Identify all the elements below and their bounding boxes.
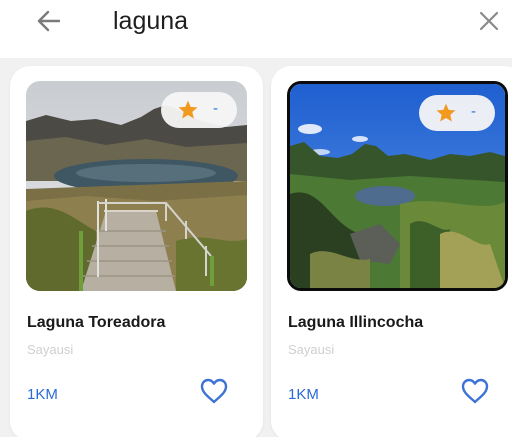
place-distance: 1KM xyxy=(27,386,58,403)
search-results-screen: - Laguna Toreadora Sayausi 1KM xyxy=(0,0,512,437)
place-card[interactable]: - Laguna Illincocha Sayausi 1KM xyxy=(271,66,512,437)
star-icon xyxy=(178,100,198,119)
search-header xyxy=(0,0,512,48)
place-card[interactable]: - Laguna Toreadora Sayausi 1KM xyxy=(10,66,263,437)
results-list: - Laguna Toreadora Sayausi 1KM - Laguna … xyxy=(0,58,512,437)
rating-value: - xyxy=(471,103,476,120)
place-location: Sayausi xyxy=(288,342,335,357)
rating-badge: - xyxy=(161,92,237,128)
place-title: Laguna Toreadora xyxy=(27,314,166,331)
heart-outline-icon xyxy=(461,378,489,404)
favorite-button[interactable] xyxy=(199,377,229,405)
favorite-button[interactable] xyxy=(460,377,490,405)
place-title: Laguna Illincocha xyxy=(288,314,424,331)
star-icon xyxy=(436,103,456,122)
place-photo: - xyxy=(26,81,247,291)
place-location: Sayausi xyxy=(27,342,74,357)
rating-badge: - xyxy=(419,95,495,131)
place-photo: - xyxy=(287,81,508,291)
close-icon xyxy=(479,11,499,31)
arrow-left-icon xyxy=(37,10,61,32)
heart-outline-icon xyxy=(200,378,228,404)
clear-search-button[interactable] xyxy=(474,6,504,36)
rating-value: - xyxy=(213,100,218,117)
back-button[interactable] xyxy=(34,6,64,36)
place-distance: 1KM xyxy=(288,386,319,403)
search-input[interactable] xyxy=(113,4,433,38)
